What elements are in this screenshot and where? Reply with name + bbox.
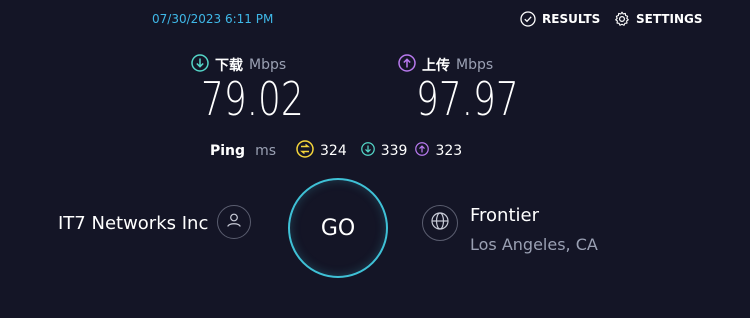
upload-speed-value: 97.97 (416, 72, 519, 126)
change-server-button[interactable] (422, 205, 458, 241)
settings-label: SETTINGS (636, 12, 703, 26)
go-button[interactable]: GO (288, 178, 388, 278)
results-label: RESULTS (542, 12, 601, 26)
globe-icon (430, 211, 450, 235)
go-label: GO (320, 215, 356, 241)
user-icon (225, 211, 243, 233)
ping-label: Ping (210, 143, 246, 159)
upload-unit: Mbps (456, 57, 494, 73)
test-timestamp: 07/30/2023 6:11 PM (152, 12, 274, 26)
check-circle-icon (520, 11, 536, 27)
download-unit: Mbps (249, 57, 287, 73)
upload-latency-icon (415, 142, 430, 160)
isp-name: IT7 Networks Inc (58, 213, 209, 234)
ping-download-value: 339 (380, 143, 408, 159)
ping-download: 339 (360, 142, 408, 160)
server-location: Los Angeles, CA (470, 235, 598, 254)
download-speed-value: 79.02 (201, 72, 304, 126)
isp-user-button[interactable] (217, 205, 251, 239)
server-name[interactable]: Frontier (470, 205, 539, 226)
settings-button[interactable]: SETTINGS (614, 11, 703, 27)
ping-upload-value: 323 (435, 143, 463, 159)
ping-idle-value: 324 (320, 143, 347, 159)
ping-unit: ms (255, 143, 276, 159)
gear-icon (614, 11, 630, 27)
ping-upload: 323 (415, 142, 462, 160)
upload-arrow-icon (398, 54, 416, 76)
results-button[interactable]: RESULTS (520, 11, 600, 27)
idle-latency-icon (296, 140, 314, 162)
download-latency-icon (360, 142, 375, 160)
ping-idle: 324 (296, 140, 347, 162)
ping-row: Ping ms 324 339 323 (210, 140, 476, 162)
